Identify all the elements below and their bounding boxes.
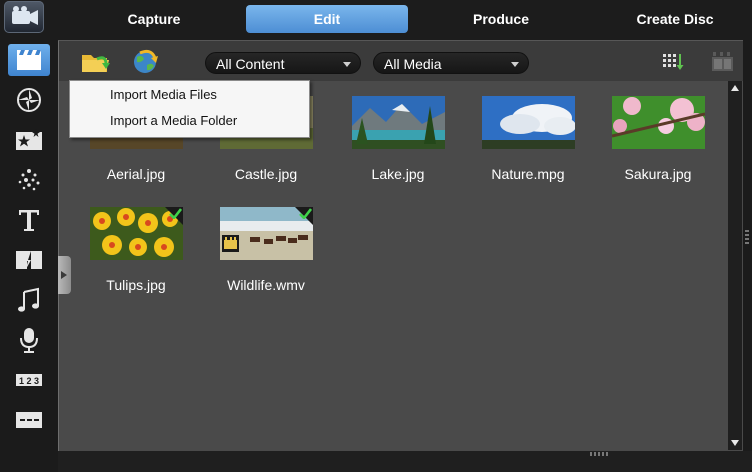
pip-objects-button[interactable] [8, 124, 50, 156]
media-item[interactable]: Lake.jpg [333, 82, 463, 194]
tab-capture[interactable]: Capture [82, 5, 226, 33]
media-room-icon [17, 50, 41, 70]
menu-item-import-media-folder[interactable]: Import a Media Folder [110, 110, 237, 132]
wildlife-thumbnail [220, 207, 313, 260]
sakura-thumbnail [612, 96, 705, 149]
vertical-scrollbar[interactable] [728, 81, 742, 450]
chapter-room-button[interactable]: 1 2 3 [8, 364, 50, 396]
svg-text:1 2 3: 1 2 3 [19, 376, 39, 386]
media-item[interactable]: Tulips.jpg [71, 193, 201, 305]
menu-item-import-media-files[interactable]: Import Media Files [110, 84, 217, 106]
expand-arrow-icon [61, 271, 67, 279]
chevron-down-icon [511, 62, 519, 67]
media-item[interactable]: Sakura.jpg [593, 82, 723, 194]
title-room-icon [19, 210, 39, 231]
import-media-button[interactable] [79, 49, 113, 75]
tab-produce[interactable]: Produce [428, 5, 574, 33]
film-strip-icon [712, 52, 733, 71]
nature-thumbnail [482, 96, 575, 149]
transition-room-button[interactable] [8, 244, 50, 276]
music-notes-icon [18, 287, 39, 312]
media-room-button[interactable] [8, 44, 50, 76]
pip-objects-icon [16, 129, 42, 150]
subtitle-room-button[interactable] [8, 404, 50, 436]
tulips-thumbnail [90, 207, 183, 260]
chevron-down-icon [343, 62, 351, 67]
fx-room-icon [17, 88, 41, 112]
download-media-button[interactable] [129, 49, 163, 75]
sort-button[interactable] [661, 49, 685, 75]
room-sidebar: 1 2 3 [0, 40, 58, 458]
voice-over-button[interactable] [8, 324, 50, 356]
media-label: Tulips.jpg [106, 277, 166, 293]
title-room-button[interactable] [8, 204, 50, 236]
folder-import-icon [82, 55, 110, 72]
fx-room-button[interactable] [8, 84, 50, 116]
globe-download-icon [134, 49, 158, 73]
media-filter-dropdown[interactable]: All Media [373, 52, 529, 74]
top-bar: Capture Edit Produce Create Disc [0, 0, 752, 40]
sort-grid-icon [663, 54, 684, 70]
transition-room-icon [16, 251, 42, 269]
content-filter-value: All Content [216, 56, 285, 72]
media-label: Sakura.jpg [624, 166, 692, 182]
chapter-room-icon: 1 2 3 [16, 371, 42, 389]
media-label: Wildlife.wmv [227, 277, 305, 293]
video-clip-icon [222, 235, 239, 252]
media-label: Aerial.jpg [106, 166, 166, 182]
tab-edit[interactable]: Edit [246, 5, 408, 33]
lake-thumbnail [352, 96, 445, 149]
microphone-icon [20, 328, 38, 353]
content-filter-dropdown[interactable]: All Content [205, 52, 361, 74]
bottom-resize-strip [58, 451, 752, 472]
resize-grip-icon[interactable] [590, 452, 608, 456]
media-item[interactable]: Nature.mpg [463, 82, 593, 194]
media-label: Lake.jpg [371, 166, 425, 182]
panel-collapse-handle[interactable] [58, 256, 71, 294]
storyboard-button[interactable] [709, 49, 737, 75]
media-item[interactable]: Wildlife.wmv [201, 193, 331, 305]
library-toolbar: All Content All Media [59, 41, 743, 81]
side-resize-grip-icon[interactable] [745, 230, 749, 244]
particle-room-icon [18, 169, 40, 191]
scroll-down-arrow-icon[interactable] [731, 440, 739, 446]
import-context-menu: Import Media Files Import a Media Folder [69, 80, 310, 138]
audio-mixing-button[interactable] [8, 284, 50, 316]
media-filter-value: All Media [384, 56, 442, 72]
particle-room-button[interactable] [8, 164, 50, 196]
media-label: Castle.jpg [234, 166, 298, 182]
checkmark-icon [169, 208, 182, 219]
media-label: Nature.mpg [491, 166, 565, 182]
scroll-up-arrow-icon[interactable] [731, 85, 739, 91]
checkmark-icon [299, 208, 312, 219]
subtitle-room-icon [16, 412, 42, 428]
camcorder-logo-icon[interactable] [4, 1, 44, 33]
tab-create-disc[interactable]: Create Disc [600, 5, 750, 33]
